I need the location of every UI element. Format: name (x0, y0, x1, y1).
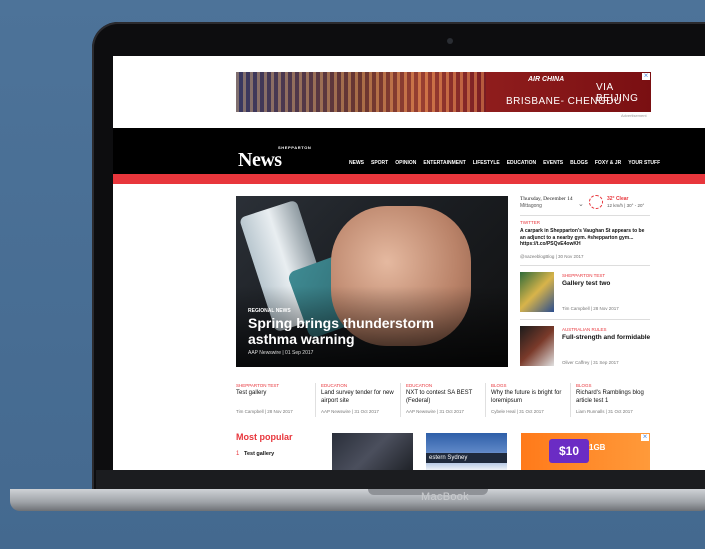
divider (570, 383, 571, 417)
list-item[interactable]: BLOGS Why the future is bright for lorem… (491, 383, 569, 419)
ad-route: BRISBANE- CHENGDU (506, 96, 622, 107)
list-item-title[interactable]: Land survey tender for new airport site (321, 390, 399, 405)
weather-date: Thursday, December 14 (520, 196, 573, 202)
main-nav: NEWS SPORT OPINION ENTERTAINMENT LIFESTY… (349, 160, 660, 166)
list-item-title[interactable]: Test gallery (236, 390, 314, 398)
side-story-thumbnail[interactable] (520, 272, 554, 312)
list-item[interactable]: EDUCATION Land survey tender for new air… (321, 383, 399, 419)
list-item-title[interactable]: Richard's Ramblings blog article test 1 (576, 390, 654, 405)
most-popular-item[interactable]: Test gallery (244, 451, 274, 457)
nav-opinion[interactable]: OPINION (395, 160, 416, 166)
nav-blogs[interactable]: BLOGS (570, 160, 588, 166)
nav-news[interactable]: NEWS (349, 160, 364, 166)
hero-byline: AAP Newswire | 01 Sep 2017 (248, 350, 314, 356)
hero-story[interactable]: REGIONAL NEWS Spring brings thunderstorm… (236, 196, 508, 367)
nav-events[interactable]: EVENTS (543, 160, 563, 166)
site-logo[interactable]: News (238, 149, 282, 172)
most-popular-rank: 1 (236, 451, 240, 457)
laptop-base (10, 489, 705, 511)
weather-wind: 12 km/h | 30° - 20° (607, 203, 645, 208)
webcam (447, 38, 453, 44)
list-item[interactable]: BLOGS Richard's Ramblings blog article t… (576, 383, 654, 419)
story-thumbnail[interactable] (332, 433, 413, 470)
weather-temp: 32° Clear (607, 196, 629, 202)
ad-close-icon[interactable]: ⨯ (641, 434, 649, 441)
list-item-category[interactable]: BLOGS (491, 383, 569, 388)
most-popular-heading: Most popular (236, 432, 293, 442)
side-story-title[interactable]: Full-strength and formidable (562, 334, 652, 342)
browser-screen: AIR CHINA VIA BEIJING BRISBANE- CHENGDU … (113, 56, 705, 470)
list-item-byline: Tim Campbell | 28 Nov 2017 (236, 409, 293, 414)
divider (485, 383, 486, 417)
divider (400, 383, 401, 417)
ad-data-amount: 1GB (589, 443, 606, 452)
divider (520, 215, 650, 216)
side-story-byline: Oliver Caffrey | 31 Sep 2017 (562, 360, 619, 365)
side-story[interactable]: AUSTRALIAN RULES Full-strength and formi… (520, 326, 650, 368)
laptop-brand: MacBook (421, 491, 469, 503)
list-item-category[interactable]: BLOGS (576, 383, 654, 388)
nav-your-stuff[interactable]: YOUR STUFF (628, 160, 660, 166)
nav-lifestyle[interactable]: LIFESTYLE (473, 160, 500, 166)
list-item[interactable]: EDUCATION NXT to contest SA BEST (Federa… (406, 383, 484, 419)
twitter-label: TWITTER (520, 220, 540, 225)
side-story-thumbnail[interactable] (520, 326, 554, 366)
hero-category[interactable]: REGIONAL NEWS (248, 308, 291, 314)
sun-icon (589, 195, 603, 209)
side-story-category[interactable]: AUSTRALIAN RULES (562, 327, 607, 332)
list-item-byline: Liam Runnalls | 31 Oct 2017 (576, 409, 633, 414)
twitter-meta: @nazeeblogBlog | 30 Nov 2017 (520, 254, 584, 259)
logo-subtitle: SHEPPARTON (278, 145, 312, 150)
weather-location: Mittagong (520, 203, 542, 209)
list-item-title[interactable]: Why the future is bright for loremipsum (491, 390, 569, 405)
list-item-byline: Cybele Heal | 31 Oct 2017 (491, 409, 544, 414)
site-header (113, 128, 705, 174)
thumbnail-caption: estern Sydney (426, 453, 507, 463)
side-story-byline: Tim Campbell | 28 Nov 2017 (562, 306, 619, 311)
ad-close-icon[interactable]: ⨯ (642, 73, 650, 80)
nav-entertainment[interactable]: ENTERTAINMENT (423, 160, 465, 166)
ad-city-image (236, 72, 486, 112)
ad-price: $10 (549, 439, 589, 463)
ad-caption: Advertisement (621, 113, 647, 118)
nav-sport[interactable]: SPORT (371, 160, 388, 166)
top-banner-ad[interactable]: AIR CHINA VIA BEIJING BRISBANE- CHENGDU … (236, 72, 651, 112)
list-item-category[interactable]: EDUCATION (321, 383, 399, 388)
chevron-down-icon[interactable]: ⌄ (578, 200, 584, 208)
side-story[interactable]: SHEPPARTON TEST Gallery test two Tim Cam… (520, 272, 650, 314)
nav-education[interactable]: EDUCATION (507, 160, 536, 166)
divider (520, 265, 650, 266)
hero-headline[interactable]: Spring brings thunderstorm asthma warnin… (248, 315, 448, 347)
list-item-byline: AAP Newswire | 31 Oct 2017 (406, 409, 464, 414)
ad-airline-logo: AIR CHINA (528, 76, 565, 83)
side-story-category[interactable]: SHEPPARTON TEST (562, 273, 605, 278)
laptop-bezel (96, 470, 705, 489)
list-item[interactable]: SHEPPARTON TEST Test gallery Tim Campbel… (236, 383, 314, 419)
list-item-category[interactable]: SHEPPARTON TEST (236, 383, 314, 388)
side-banner-ad[interactable]: $10 1GB ⨯ (521, 433, 650, 470)
divider (315, 383, 316, 417)
twitter-post[interactable]: A carpark in Shepparton's Vaughan St app… (520, 228, 650, 248)
list-item-category[interactable]: EDUCATION (406, 383, 484, 388)
list-item-byline: AAP Newswire | 31 Oct 2017 (321, 409, 379, 414)
side-story-title[interactable]: Gallery test two (562, 280, 652, 288)
header-accent-bar (113, 174, 705, 184)
story-thumbnail[interactable]: estern Sydney (426, 433, 507, 470)
list-item-title[interactable]: NXT to contest SA BEST (Federal) (406, 390, 484, 405)
divider (520, 319, 650, 320)
nav-foxy-jr[interactable]: FOXY & JR (595, 160, 621, 166)
